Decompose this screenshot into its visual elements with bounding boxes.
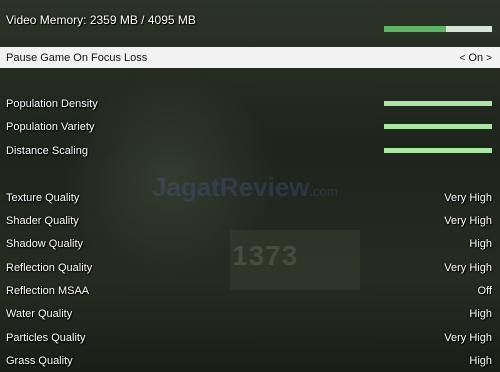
setting-label: Reflection Quality [6,262,93,274]
setting-value: Off [477,285,492,297]
setting-label: Particles Quality [6,332,86,344]
setting-value: High [469,238,492,250]
slider-row-distance-scaling[interactable]: Distance Scaling [0,140,500,162]
setting-value: High [469,355,492,367]
setting-row-texture-quality[interactable]: Texture Quality Very High [0,187,500,209]
setting-label: Grass Quality [6,355,73,367]
setting-row-reflection-quality[interactable]: Reflection Quality Very High [0,257,500,279]
slider-fill [384,124,492,129]
slider-row-population-variety[interactable]: Population Variety [0,116,500,138]
setting-value: Very High [444,332,492,344]
arrow-right-icon[interactable]: > [486,53,492,64]
slider-bar[interactable] [384,124,492,129]
pause-on-focus-loss-row[interactable]: Pause Game On Focus Loss < On > [0,47,500,68]
setting-value: Very High [444,215,492,227]
setting-row-particles-quality[interactable]: Particles Quality Very High [0,327,500,349]
setting-label: Water Quality [6,308,73,320]
setting-label: Texture Quality [6,192,80,204]
setting-label: Pause Game On Focus Loss [6,52,148,64]
video-memory-bar-fill [384,26,447,32]
slider-label: Population Variety [6,121,95,133]
setting-value: Very High [444,262,492,274]
setting-row-water-quality[interactable]: Water Quality High [0,303,500,325]
setting-value: High [469,308,492,320]
setting-label: Shader Quality [6,215,79,227]
video-memory-bar [384,26,492,32]
slider-fill [384,148,492,153]
setting-row-shadow-quality[interactable]: Shadow Quality High [0,233,500,255]
slider-label: Population Density [6,98,98,110]
setting-row-reflection-msaa[interactable]: Reflection MSAA Off [0,280,500,302]
setting-value[interactable]: < On > [460,47,493,70]
setting-value: Very High [444,192,492,204]
setting-row-shader-quality[interactable]: Shader Quality Very High [0,210,500,232]
video-memory-label: Video Memory: 2359 MB / 4095 MB [6,13,196,27]
video-memory-row: Video Memory: 2359 MB / 4095 MB [0,9,500,32]
slider-fill [384,101,492,106]
slider-row-population-density[interactable]: Population Density [0,93,500,115]
setting-label: Shadow Quality [6,238,84,250]
setting-label: Reflection MSAA [6,285,90,297]
arrow-left-icon[interactable]: < [460,53,466,64]
setting-value-text: On [468,52,484,64]
setting-row-grass-quality[interactable]: Grass Quality High [0,350,500,372]
slider-bar[interactable] [384,101,492,106]
slider-label: Distance Scaling [6,145,88,157]
slider-bar[interactable] [384,148,492,153]
